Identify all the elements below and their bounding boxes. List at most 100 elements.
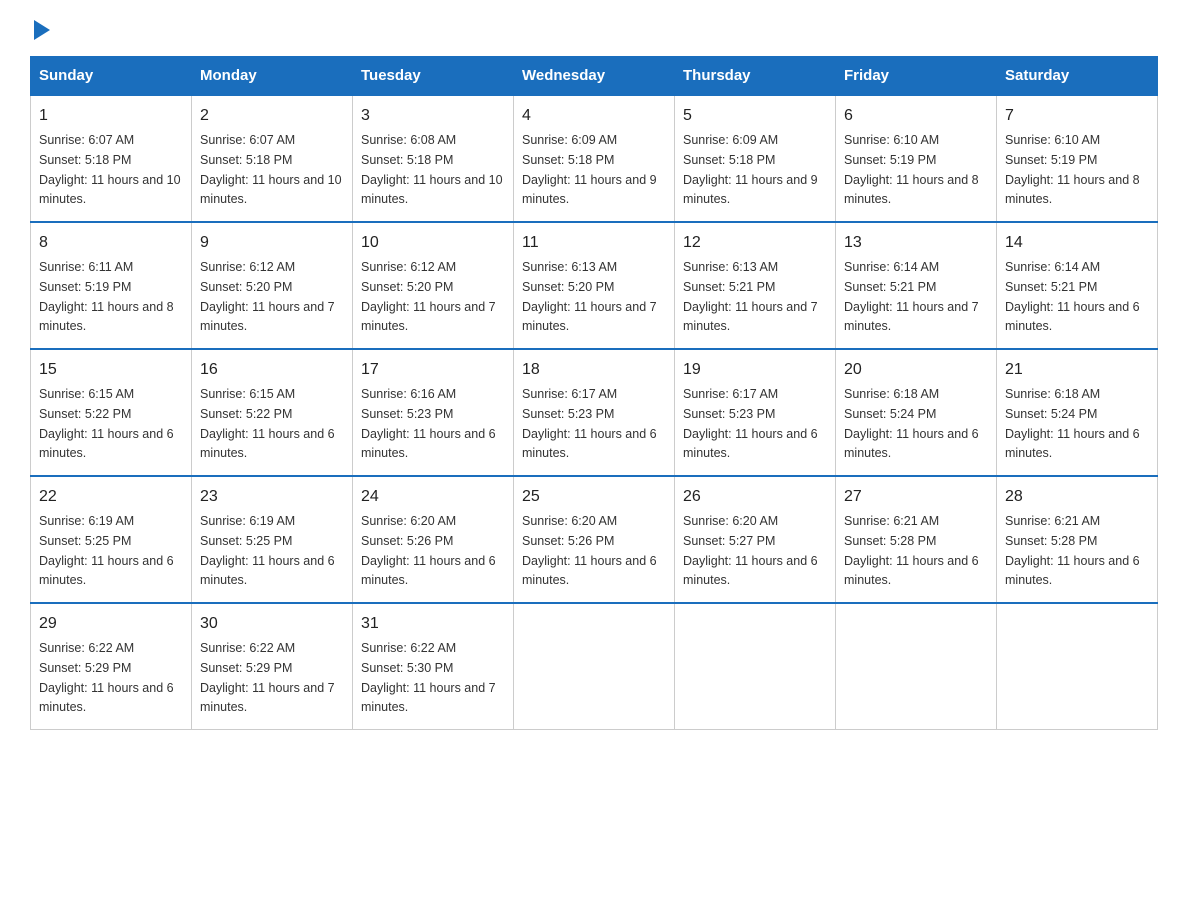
day-number: 7 — [1005, 104, 1149, 128]
day-info: Sunrise: 6:16 AMSunset: 5:23 PMDaylight:… — [361, 387, 496, 460]
calendar-body: 1 Sunrise: 6:07 AMSunset: 5:18 PMDayligh… — [31, 95, 1158, 730]
day-number: 22 — [39, 485, 183, 509]
day-number: 24 — [361, 485, 505, 509]
day-number: 10 — [361, 231, 505, 255]
calendar-cell: 3 Sunrise: 6:08 AMSunset: 5:18 PMDayligh… — [353, 95, 514, 222]
calendar-week-row: 29 Sunrise: 6:22 AMSunset: 5:29 PMDaylig… — [31, 603, 1158, 730]
day-info: Sunrise: 6:19 AMSunset: 5:25 PMDaylight:… — [39, 514, 174, 587]
day-number: 5 — [683, 104, 827, 128]
logo-image — [30, 20, 50, 40]
day-number: 29 — [39, 612, 183, 636]
calendar-cell: 6 Sunrise: 6:10 AMSunset: 5:19 PMDayligh… — [836, 95, 997, 222]
day-number: 9 — [200, 231, 344, 255]
calendar-cell — [997, 603, 1158, 730]
day-number: 21 — [1005, 358, 1149, 382]
day-info: Sunrise: 6:13 AMSunset: 5:21 PMDaylight:… — [683, 260, 818, 333]
calendar-cell: 5 Sunrise: 6:09 AMSunset: 5:18 PMDayligh… — [675, 95, 836, 222]
day-number: 12 — [683, 231, 827, 255]
day-number: 27 — [844, 485, 988, 509]
header-cell-thursday: Thursday — [675, 57, 836, 96]
calendar-cell: 20 Sunrise: 6:18 AMSunset: 5:24 PMDaylig… — [836, 349, 997, 476]
day-info: Sunrise: 6:17 AMSunset: 5:23 PMDaylight:… — [683, 387, 818, 460]
day-info: Sunrise: 6:10 AMSunset: 5:19 PMDaylight:… — [844, 133, 979, 206]
day-info: Sunrise: 6:20 AMSunset: 5:26 PMDaylight:… — [522, 514, 657, 587]
calendar-cell: 11 Sunrise: 6:13 AMSunset: 5:20 PMDaylig… — [514, 222, 675, 349]
day-number: 1 — [39, 104, 183, 128]
day-info: Sunrise: 6:12 AMSunset: 5:20 PMDaylight:… — [361, 260, 496, 333]
day-info: Sunrise: 6:22 AMSunset: 5:30 PMDaylight:… — [361, 641, 496, 714]
calendar-cell: 17 Sunrise: 6:16 AMSunset: 5:23 PMDaylig… — [353, 349, 514, 476]
calendar-cell: 16 Sunrise: 6:15 AMSunset: 5:22 PMDaylig… — [192, 349, 353, 476]
calendar-cell: 1 Sunrise: 6:07 AMSunset: 5:18 PMDayligh… — [31, 95, 192, 222]
day-number: 11 — [522, 231, 666, 255]
calendar-cell: 12 Sunrise: 6:13 AMSunset: 5:21 PMDaylig… — [675, 222, 836, 349]
calendar-cell: 15 Sunrise: 6:15 AMSunset: 5:22 PMDaylig… — [31, 349, 192, 476]
day-number: 30 — [200, 612, 344, 636]
day-number: 26 — [683, 485, 827, 509]
calendar-cell: 18 Sunrise: 6:17 AMSunset: 5:23 PMDaylig… — [514, 349, 675, 476]
header-cell-monday: Monday — [192, 57, 353, 96]
logo — [30, 20, 50, 36]
calendar-header: SundayMondayTuesdayWednesdayThursdayFrid… — [31, 57, 1158, 96]
calendar-cell: 26 Sunrise: 6:20 AMSunset: 5:27 PMDaylig… — [675, 476, 836, 603]
day-info: Sunrise: 6:20 AMSunset: 5:26 PMDaylight:… — [361, 514, 496, 587]
day-info: Sunrise: 6:07 AMSunset: 5:18 PMDaylight:… — [200, 133, 342, 206]
calendar-week-row: 15 Sunrise: 6:15 AMSunset: 5:22 PMDaylig… — [31, 349, 1158, 476]
calendar-cell: 27 Sunrise: 6:21 AMSunset: 5:28 PMDaylig… — [836, 476, 997, 603]
header-cell-sunday: Sunday — [31, 57, 192, 96]
day-info: Sunrise: 6:13 AMSunset: 5:20 PMDaylight:… — [522, 260, 657, 333]
day-info: Sunrise: 6:15 AMSunset: 5:22 PMDaylight:… — [39, 387, 174, 460]
day-info: Sunrise: 6:07 AMSunset: 5:18 PMDaylight:… — [39, 133, 181, 206]
calendar-cell: 19 Sunrise: 6:17 AMSunset: 5:23 PMDaylig… — [675, 349, 836, 476]
calendar-cell: 31 Sunrise: 6:22 AMSunset: 5:30 PMDaylig… — [353, 603, 514, 730]
page-header — [30, 20, 1158, 36]
day-info: Sunrise: 6:21 AMSunset: 5:28 PMDaylight:… — [1005, 514, 1140, 587]
day-number: 13 — [844, 231, 988, 255]
day-number: 8 — [39, 231, 183, 255]
calendar-week-row: 22 Sunrise: 6:19 AMSunset: 5:25 PMDaylig… — [31, 476, 1158, 603]
day-info: Sunrise: 6:22 AMSunset: 5:29 PMDaylight:… — [200, 641, 335, 714]
day-info: Sunrise: 6:15 AMSunset: 5:22 PMDaylight:… — [200, 387, 335, 460]
calendar-week-row: 8 Sunrise: 6:11 AMSunset: 5:19 PMDayligh… — [31, 222, 1158, 349]
logo-arrow-icon — [34, 20, 50, 40]
calendar-cell: 10 Sunrise: 6:12 AMSunset: 5:20 PMDaylig… — [353, 222, 514, 349]
calendar-table: SundayMondayTuesdayWednesdayThursdayFrid… — [30, 56, 1158, 730]
calendar-cell: 22 Sunrise: 6:19 AMSunset: 5:25 PMDaylig… — [31, 476, 192, 603]
calendar-cell: 23 Sunrise: 6:19 AMSunset: 5:25 PMDaylig… — [192, 476, 353, 603]
calendar-cell: 30 Sunrise: 6:22 AMSunset: 5:29 PMDaylig… — [192, 603, 353, 730]
day-info: Sunrise: 6:14 AMSunset: 5:21 PMDaylight:… — [844, 260, 979, 333]
calendar-cell: 9 Sunrise: 6:12 AMSunset: 5:20 PMDayligh… — [192, 222, 353, 349]
calendar-cell: 21 Sunrise: 6:18 AMSunset: 5:24 PMDaylig… — [997, 349, 1158, 476]
day-info: Sunrise: 6:08 AMSunset: 5:18 PMDaylight:… — [361, 133, 503, 206]
day-info: Sunrise: 6:21 AMSunset: 5:28 PMDaylight:… — [844, 514, 979, 587]
day-number: 23 — [200, 485, 344, 509]
calendar-cell: 25 Sunrise: 6:20 AMSunset: 5:26 PMDaylig… — [514, 476, 675, 603]
calendar-cell: 4 Sunrise: 6:09 AMSunset: 5:18 PMDayligh… — [514, 95, 675, 222]
day-info: Sunrise: 6:09 AMSunset: 5:18 PMDaylight:… — [522, 133, 657, 206]
calendar-cell: 8 Sunrise: 6:11 AMSunset: 5:19 PMDayligh… — [31, 222, 192, 349]
calendar-week-row: 1 Sunrise: 6:07 AMSunset: 5:18 PMDayligh… — [31, 95, 1158, 222]
day-number: 6 — [844, 104, 988, 128]
day-number: 17 — [361, 358, 505, 382]
calendar-cell: 2 Sunrise: 6:07 AMSunset: 5:18 PMDayligh… — [192, 95, 353, 222]
day-info: Sunrise: 6:10 AMSunset: 5:19 PMDaylight:… — [1005, 133, 1140, 206]
calendar-cell — [836, 603, 997, 730]
day-number: 25 — [522, 485, 666, 509]
calendar-cell: 29 Sunrise: 6:22 AMSunset: 5:29 PMDaylig… — [31, 603, 192, 730]
header-cell-wednesday: Wednesday — [514, 57, 675, 96]
day-number: 2 — [200, 104, 344, 128]
day-number: 16 — [200, 358, 344, 382]
day-number: 31 — [361, 612, 505, 636]
day-info: Sunrise: 6:09 AMSunset: 5:18 PMDaylight:… — [683, 133, 818, 206]
header-cell-friday: Friday — [836, 57, 997, 96]
day-number: 14 — [1005, 231, 1149, 255]
day-info: Sunrise: 6:18 AMSunset: 5:24 PMDaylight:… — [844, 387, 979, 460]
day-number: 3 — [361, 104, 505, 128]
calendar-cell: 13 Sunrise: 6:14 AMSunset: 5:21 PMDaylig… — [836, 222, 997, 349]
header-row: SundayMondayTuesdayWednesdayThursdayFrid… — [31, 57, 1158, 96]
day-number: 4 — [522, 104, 666, 128]
day-info: Sunrise: 6:12 AMSunset: 5:20 PMDaylight:… — [200, 260, 335, 333]
calendar-cell: 14 Sunrise: 6:14 AMSunset: 5:21 PMDaylig… — [997, 222, 1158, 349]
day-info: Sunrise: 6:22 AMSunset: 5:29 PMDaylight:… — [39, 641, 174, 714]
day-number: 18 — [522, 358, 666, 382]
